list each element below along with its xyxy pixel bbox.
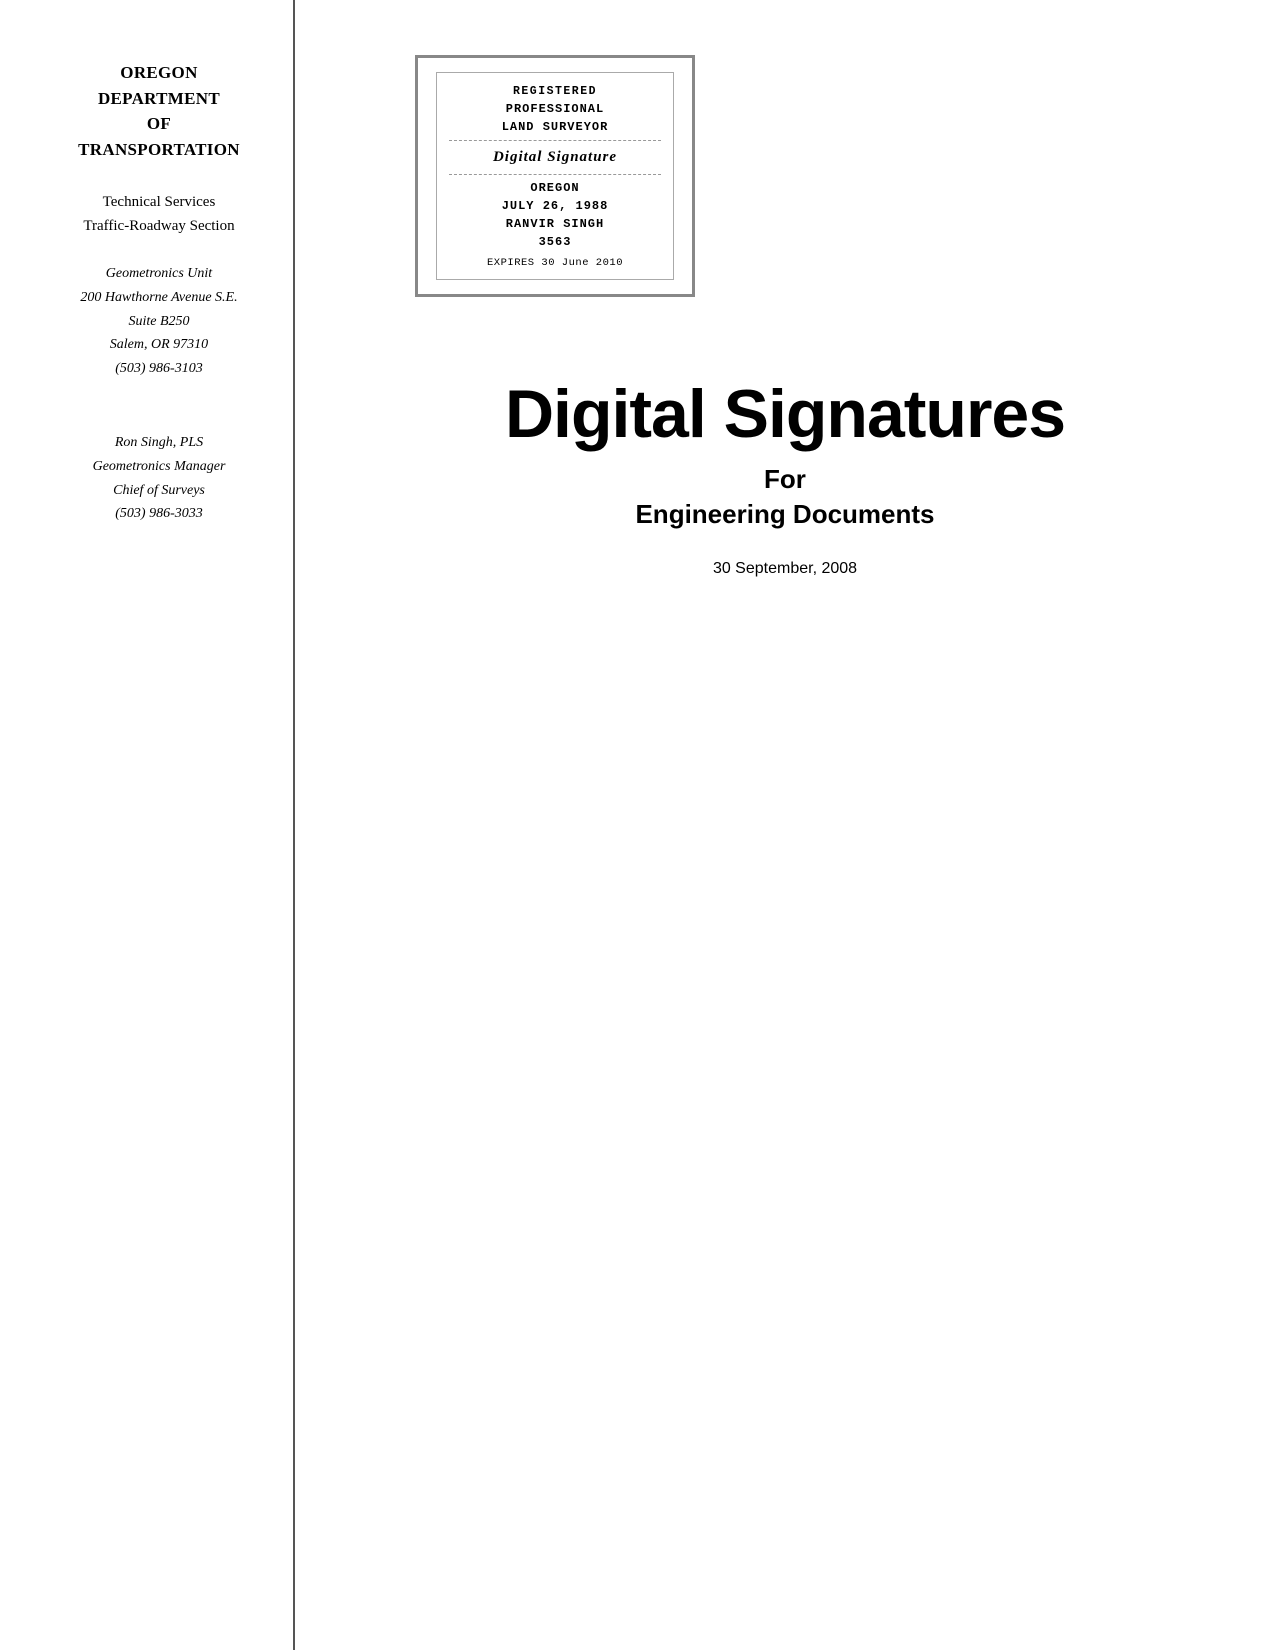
stamp-inner: REGISTERED PROFESSIONAL LAND SURVEYOR Di… (436, 72, 674, 280)
stamp-state: OREGON (449, 179, 661, 197)
date-text: 30 September, 2008 (505, 560, 1065, 578)
page-container: OREGON DEPARTMENT OF TRANSPORTATION Tech… (0, 0, 1275, 1650)
stamp-signature: Digital Signature (449, 149, 661, 166)
subtitle-for: For (505, 464, 1065, 495)
stamp-date: JULY 26, 1988 (449, 197, 661, 215)
address-phone: (503) 986-3103 (80, 357, 237, 381)
org-line1: OREGON (78, 60, 240, 86)
dept-section: Technical Services Traffic-Roadway Secti… (83, 190, 234, 238)
address-street: 200 Hawthorne Avenue S.E. (80, 286, 237, 310)
address-suite: Suite B250 (80, 310, 237, 334)
org-line3: OF (78, 111, 240, 137)
contact-section: Ron Singh, PLS Geometronics Manager Chie… (93, 431, 226, 526)
stamp-expires: EXPIRES 30 June 2010 (449, 257, 661, 269)
contact-title2: Chief of Surveys (93, 479, 226, 503)
dept-line2: Traffic-Roadway Section (83, 214, 234, 238)
stamp-divider2 (449, 174, 661, 175)
left-column: OREGON DEPARTMENT OF TRANSPORTATION Tech… (0, 0, 295, 1650)
contact-title1: Geometronics Manager (93, 455, 226, 479)
stamp-name: RANVIR SINGH (449, 215, 661, 233)
org-name: OREGON DEPARTMENT OF TRANSPORTATION (78, 60, 240, 162)
org-line2: DEPARTMENT (78, 86, 240, 112)
org-line4: TRANSPORTATION (78, 137, 240, 163)
subtitle-docs: Engineering Documents (505, 499, 1065, 530)
stamp-land-surveyor: LAND SURVEYOR (449, 118, 661, 136)
title-section: Digital Signatures For Engineering Docum… (505, 377, 1065, 578)
stamp-number: 3563 (449, 233, 661, 251)
main-title: Digital Signatures (505, 377, 1065, 452)
address-section: Geometronics Unit 200 Hawthorne Avenue S… (80, 262, 237, 381)
stamp-registered: REGISTERED (449, 83, 661, 100)
dept-line1: Technical Services (83, 190, 234, 214)
address-city: Salem, OR 97310 (80, 333, 237, 357)
contact-phone: (503) 986-3033 (93, 502, 226, 526)
contact-name: Ron Singh, PLS (93, 431, 226, 455)
stamp-divider1 (449, 140, 661, 141)
stamp-box: REGISTERED PROFESSIONAL LAND SURVEYOR Di… (415, 55, 695, 297)
right-column: REGISTERED PROFESSIONAL LAND SURVEYOR Di… (295, 0, 1275, 1650)
stamp-professional: PROFESSIONAL (449, 100, 661, 118)
address-unit: Geometronics Unit (80, 262, 237, 286)
